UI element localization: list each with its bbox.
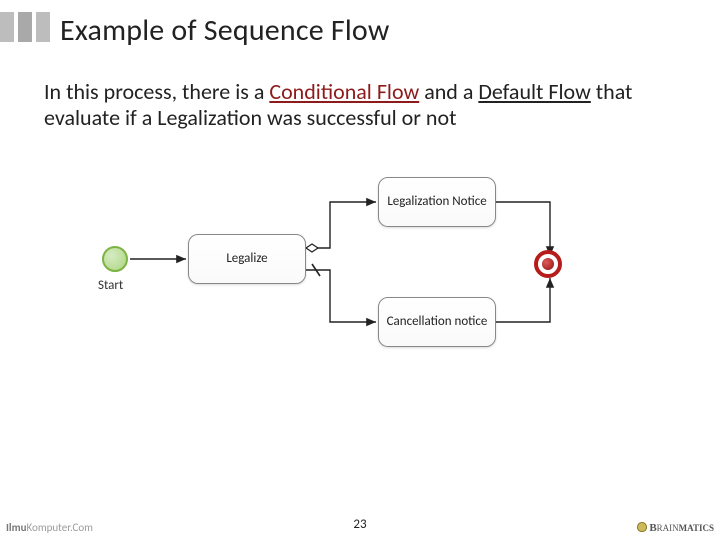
footer-brand-left: IlmuKomputer.Com xyxy=(6,521,93,534)
accent-tab xyxy=(36,12,50,42)
brand-text: MATICS xyxy=(679,523,714,533)
brand-text: Komputer xyxy=(27,521,70,534)
brand-text: RAIN xyxy=(657,523,679,533)
footer-brand-right: BRAINMATICS xyxy=(637,521,714,534)
brand-text: Ilmu xyxy=(6,521,27,534)
accent-tab xyxy=(0,12,14,42)
start-event xyxy=(102,246,128,272)
end-event xyxy=(534,250,562,278)
page-title: Example of Sequence Flow xyxy=(60,12,389,49)
task-label: Cancellation notice xyxy=(387,314,488,329)
end-event-terminate-icon xyxy=(542,258,554,270)
brand-text: .Com xyxy=(70,521,93,534)
accent-tab xyxy=(18,12,32,42)
task-legalize: Legalize xyxy=(188,234,306,284)
slide-body: In this process, there is a Conditional … xyxy=(0,49,720,366)
desc-text: In this process, there is a xyxy=(44,78,269,105)
default-flow-term: Default Flow xyxy=(478,78,590,105)
header-accent-tabs xyxy=(0,12,50,42)
description-paragraph: In this process, there is a Conditional … xyxy=(44,79,676,132)
task-label: Legalization Notice xyxy=(387,194,486,209)
slide-header: Example of Sequence Flow xyxy=(0,0,720,49)
task-label: Legalize xyxy=(226,251,267,266)
page-number: 23 xyxy=(0,517,720,532)
start-event-label: Start xyxy=(98,278,123,293)
lightbulb-icon xyxy=(637,522,647,532)
task-legalization-notice: Legalization Notice xyxy=(378,177,496,227)
brand-text: B xyxy=(649,522,656,534)
conditional-flow-term: Conditional Flow xyxy=(269,78,419,105)
slide: Example of Sequence Flow In this process… xyxy=(0,0,720,540)
bpmn-diagram: Start Legalize Legalization Notice Cance… xyxy=(80,166,640,366)
desc-text: and a xyxy=(419,78,478,105)
task-cancellation-notice: Cancellation notice xyxy=(378,297,496,347)
